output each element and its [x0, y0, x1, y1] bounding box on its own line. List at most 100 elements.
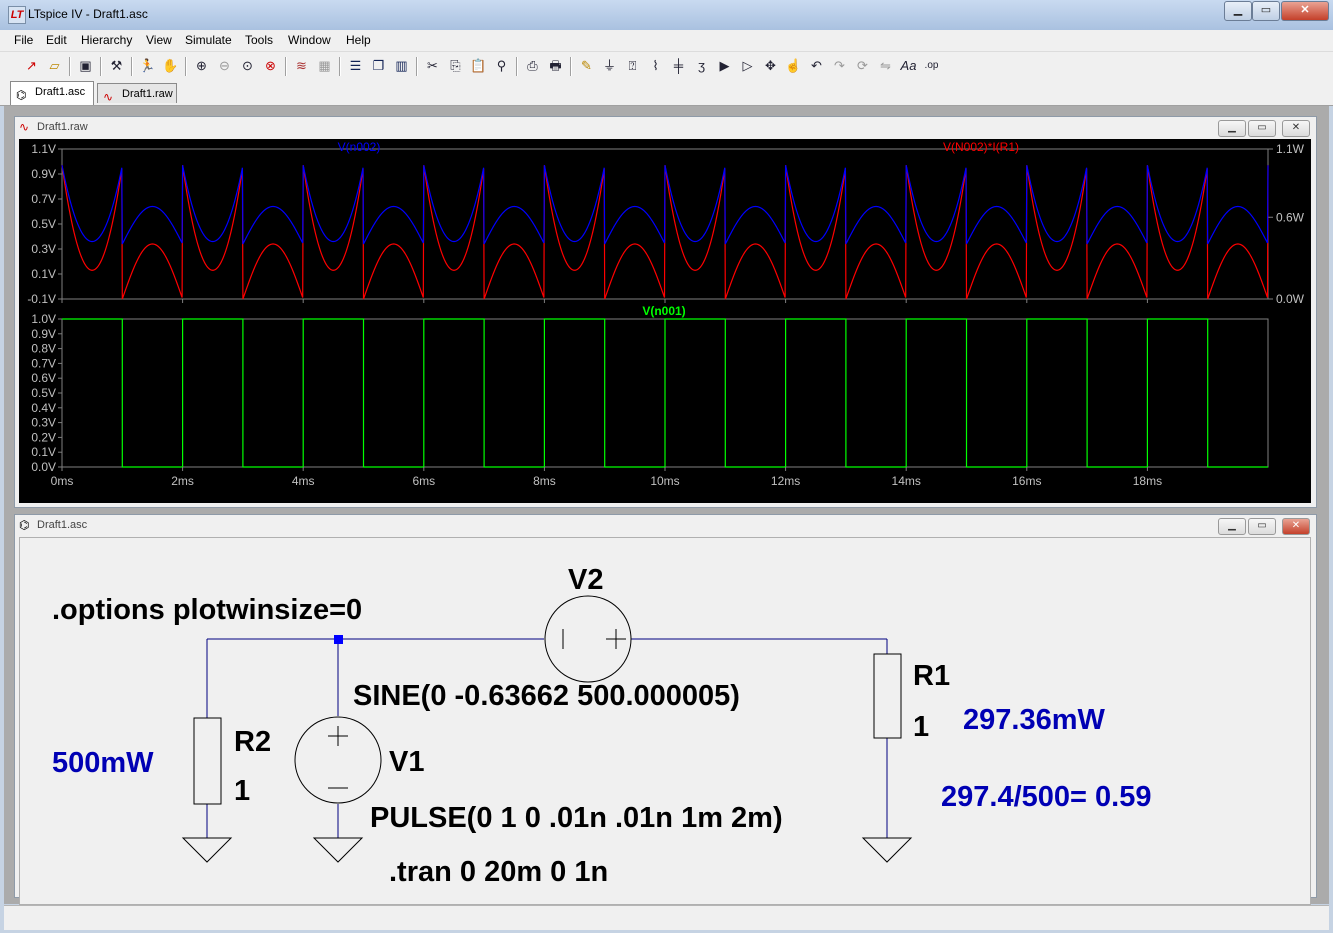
- tile-vertical-icon[interactable]: ▥: [392, 57, 411, 75]
- menu-simulate[interactable]: Simulate: [185, 33, 232, 47]
- label-icon[interactable]: ⍰: [623, 57, 642, 75]
- diode-icon[interactable]: ▶: [715, 57, 734, 75]
- app-logo-icon: LT: [8, 6, 26, 24]
- top-y-tick-label: 0.1V: [31, 267, 56, 281]
- waveform-window-title: Draft1.raw: [37, 121, 88, 133]
- zoom-out-icon[interactable]: ⊖: [215, 57, 234, 75]
- menu-window[interactable]: Window: [288, 33, 331, 47]
- cut-icon[interactable]: ✂: [423, 57, 442, 75]
- mirror-icon[interactable]: ⇋: [876, 57, 895, 75]
- waveform-window: ∿ Draft1.raw ▁ ▭ ✕ 1.1V 0.9V 0.7V 0.5V 0.3V 0…: [14, 116, 1317, 508]
- print-icon[interactable]: 🖶: [546, 57, 565, 75]
- schematic-window-titlebar: ⌬ Draft1.asc ▁ ▭ ✕: [15, 515, 1316, 537]
- undo-icon[interactable]: ↶: [807, 57, 826, 75]
- schematic-close-button[interactable]: ✕: [1282, 518, 1310, 535]
- spice-directive-icon[interactable]: .op: [922, 57, 941, 75]
- plot-settings-icon[interactable]: ▦: [315, 57, 334, 75]
- component-icon[interactable]: ▷: [738, 57, 757, 75]
- waveform-close-button[interactable]: ✕: [1282, 120, 1310, 137]
- ratio-annotation[interactable]: 297.4/500= 0.59: [941, 781, 1151, 813]
- schematic-minimize-button[interactable]: ▁: [1218, 518, 1246, 535]
- schematic-svg: .options plotwinsize=0 V2 SINE(0 -0.6366…: [52, 564, 1151, 888]
- cascade-icon[interactable]: ❐: [369, 57, 388, 75]
- r2-value[interactable]: 1: [234, 775, 250, 807]
- tab-label: Draft1.asc: [35, 86, 86, 98]
- schematic-icon: ⌬: [19, 518, 30, 532]
- top-y2-tick-label: 0.0W: [1276, 292, 1305, 306]
- autorange-icon[interactable]: ≋: [292, 57, 311, 75]
- zoom-cancel-icon[interactable]: ⊗: [261, 57, 280, 75]
- close-button[interactable]: ✕: [1281, 1, 1329, 21]
- trace-vn002: [61, 165, 1269, 245]
- tab-draft1-asc[interactable]: ⌬ Draft1.asc: [10, 81, 94, 105]
- v1-value[interactable]: PULSE(0 1 0 .01n .01n 1m 2m): [370, 802, 783, 834]
- voltage-source-v2[interactable]: [544, 595, 632, 683]
- control-panel-icon[interactable]: ⚒: [107, 57, 126, 75]
- options-directive[interactable]: .options plotwinsize=0: [52, 594, 362, 626]
- save-icon[interactable]: ▣: [76, 57, 95, 75]
- tab-draft1-raw[interactable]: ∿ Draft1.raw: [97, 83, 177, 104]
- bottom-y-tick-label: 0.8V: [31, 342, 56, 356]
- zoom-fit-icon[interactable]: ⊙: [238, 57, 257, 75]
- bottom-y-tick-label: 1.0V: [31, 312, 56, 326]
- capacitor-icon[interactable]: ╪: [669, 57, 688, 75]
- schematic-maximize-button[interactable]: ▭: [1248, 518, 1276, 535]
- tile-horizontal-icon[interactable]: ☰: [346, 57, 365, 75]
- menu-help[interactable]: Help: [346, 33, 371, 47]
- v2-value[interactable]: SINE(0 -0.63662 500.000005): [353, 680, 740, 712]
- voltage-source-v1[interactable]: [294, 716, 382, 804]
- r1-name: R1: [913, 660, 950, 692]
- resistor-icon[interactable]: ⌇: [646, 57, 665, 75]
- waveform-icon: ∿: [19, 120, 30, 134]
- new-schematic-icon[interactable]: ↗: [22, 57, 41, 75]
- text-icon[interactable]: Aa: [899, 57, 918, 75]
- ground-icon[interactable]: ⏚: [600, 57, 619, 75]
- schematic-window-title: Draft1.asc: [37, 519, 88, 531]
- redo-icon[interactable]: ↷: [830, 57, 849, 75]
- r2-power-annotation[interactable]: 500mW: [52, 747, 154, 779]
- menu-view[interactable]: View: [146, 33, 172, 47]
- top-y-tick-label: 0.5V: [31, 217, 56, 231]
- x-tick-label: 14ms: [892, 474, 921, 488]
- halt-icon[interactable]: ✋: [161, 57, 180, 75]
- tab-label: Draft1.raw: [122, 88, 173, 100]
- move-icon[interactable]: ✥: [761, 57, 780, 75]
- rotate-icon[interactable]: ⟳: [853, 57, 872, 75]
- menu-file[interactable]: File: [14, 33, 33, 47]
- r1-value[interactable]: 1: [913, 711, 929, 743]
- paste-icon[interactable]: 📋: [469, 57, 488, 75]
- tran-directive[interactable]: .tran 0 20m 0 1n: [389, 856, 608, 888]
- maximize-button[interactable]: ▭: [1252, 1, 1280, 21]
- menu-edit[interactable]: Edit: [46, 33, 67, 47]
- x-tick-label: 8ms: [533, 474, 556, 488]
- drag-icon[interactable]: ☝: [784, 57, 803, 75]
- x-tick-label: 12ms: [771, 474, 800, 488]
- wire-icon[interactable]: ✎: [577, 57, 596, 75]
- copy-icon[interactable]: ⎘: [446, 57, 465, 75]
- open-icon[interactable]: ▱: [45, 57, 64, 75]
- bottom-y-tick-label: 0.6V: [31, 371, 56, 385]
- r1-power-annotation[interactable]: 297.36mW: [963, 704, 1105, 736]
- v1-name: V1: [389, 746, 424, 778]
- waveform-plot[interactable]: 1.1V 0.9V 0.7V 0.5V 0.3V 0.1V -0.1V 1.1W 0.6W 0.0…: [19, 139, 1311, 503]
- find-icon[interactable]: ⚲: [492, 57, 511, 75]
- bottom-y-tick-label: 0.7V: [31, 356, 56, 370]
- inductor-icon[interactable]: ʒ: [692, 57, 711, 75]
- x-tick-label: 0ms: [51, 474, 74, 488]
- minimize-button[interactable]: ▁: [1224, 1, 1252, 21]
- schematic-canvas[interactable]: .options plotwinsize=0 V2 SINE(0 -0.6366…: [19, 537, 1311, 905]
- menu-hierarchy[interactable]: Hierarchy: [81, 33, 132, 47]
- run-icon[interactable]: 🏃: [138, 57, 157, 75]
- waveform-maximize-button[interactable]: ▭: [1248, 120, 1276, 137]
- waveform-minimize-button[interactable]: ▁: [1218, 120, 1246, 137]
- r2-name: R2: [234, 726, 271, 758]
- schematic-window: ⌬ Draft1.asc ▁ ▭ ✕ .options plotwinsize=…: [14, 514, 1317, 905]
- top-y-tick-label: 1.1V: [31, 142, 56, 156]
- zoom-in-icon[interactable]: ⊕: [192, 57, 211, 75]
- document-tab-bar: ⌬ Draft1.asc ∿ Draft1.raw: [0, 81, 1333, 106]
- resistor-r1[interactable]: [873, 653, 902, 739]
- top-y-tick-label: 0.9V: [31, 167, 56, 181]
- menu-tools[interactable]: Tools: [245, 33, 273, 47]
- print-setup-icon[interactable]: ⎙: [523, 57, 542, 75]
- resistor-r2[interactable]: [193, 717, 222, 805]
